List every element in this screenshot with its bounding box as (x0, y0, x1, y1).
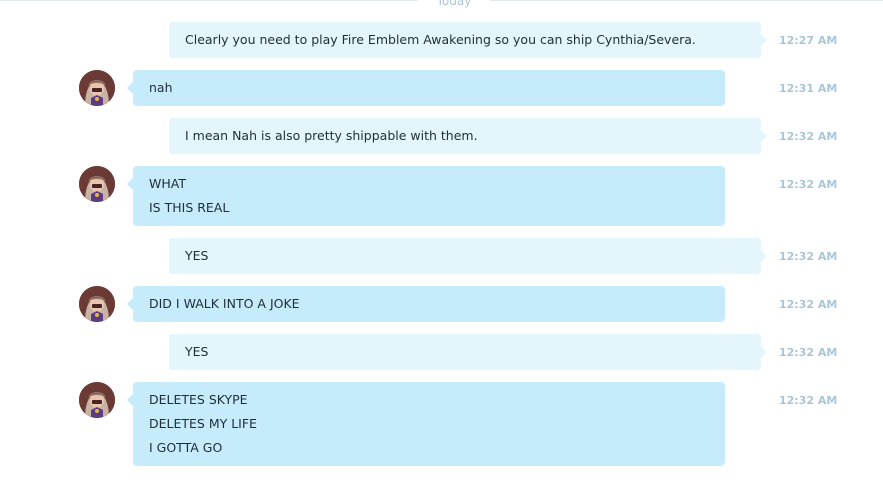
incoming-message[interactable]: DELETES SKYPE DELETES MY LIFE I GOTTA GO (127, 382, 725, 466)
outgoing-message[interactable]: Clearly you need to play Fire Emblem Awa… (169, 22, 767, 58)
message-text: DID I WALK INTO A JOKE (149, 296, 300, 311)
message-timestamp: 12:31 AM (779, 82, 838, 95)
message-text: I mean Nah is also pretty shippable with… (185, 128, 478, 143)
outgoing-message[interactable]: YES (169, 238, 767, 274)
user-avatar[interactable] (79, 286, 115, 322)
message-timestamp: 12:32 AM (779, 178, 838, 191)
message-timestamp: 12:32 AM (779, 298, 838, 311)
message-timestamp: 12:32 AM (779, 394, 838, 407)
user-avatar[interactable] (79, 382, 115, 418)
message-text: WHAT (149, 176, 186, 191)
avatar-image-icon (79, 286, 115, 322)
bubble-tail (761, 346, 767, 358)
message-text: Clearly you need to play Fire Emblem Awa… (185, 32, 696, 47)
bubble-tail (127, 298, 133, 310)
message-timestamp: 12:27 AM (779, 34, 838, 47)
incoming-message[interactable]: DID I WALK INTO A JOKE (127, 286, 725, 322)
message-text: nah (149, 80, 173, 95)
bubble-tail (761, 34, 767, 46)
bubble-tail (127, 394, 133, 406)
outgoing-message[interactable]: YES (169, 334, 767, 370)
avatar-image-icon (79, 70, 115, 106)
bubble-tail (761, 130, 767, 142)
message-text: IS THIS REAL (149, 200, 230, 215)
message-text: DELETES SKYPE (149, 392, 248, 407)
user-avatar[interactable] (79, 166, 115, 202)
day-label: Today (418, 0, 490, 8)
message-timestamp: 12:32 AM (779, 130, 838, 143)
message-timestamp: 12:32 AM (779, 250, 838, 263)
avatar-image-icon (79, 382, 115, 418)
message-text: I GOTTA GO (149, 440, 223, 455)
incoming-message[interactable]: WHAT IS THIS REAL (127, 166, 725, 226)
message-text: YES (185, 344, 209, 359)
user-avatar[interactable] (79, 70, 115, 106)
message-text: DELETES MY LIFE (149, 416, 257, 431)
outgoing-message[interactable]: I mean Nah is also pretty shippable with… (169, 118, 767, 154)
bubble-tail (761, 250, 767, 262)
message-text: YES (185, 248, 209, 263)
incoming-message[interactable]: nah (127, 70, 725, 106)
message-timestamp: 12:32 AM (779, 346, 838, 359)
bubble-tail (127, 82, 133, 94)
avatar-image-icon (79, 166, 115, 202)
bubble-tail (127, 178, 133, 190)
